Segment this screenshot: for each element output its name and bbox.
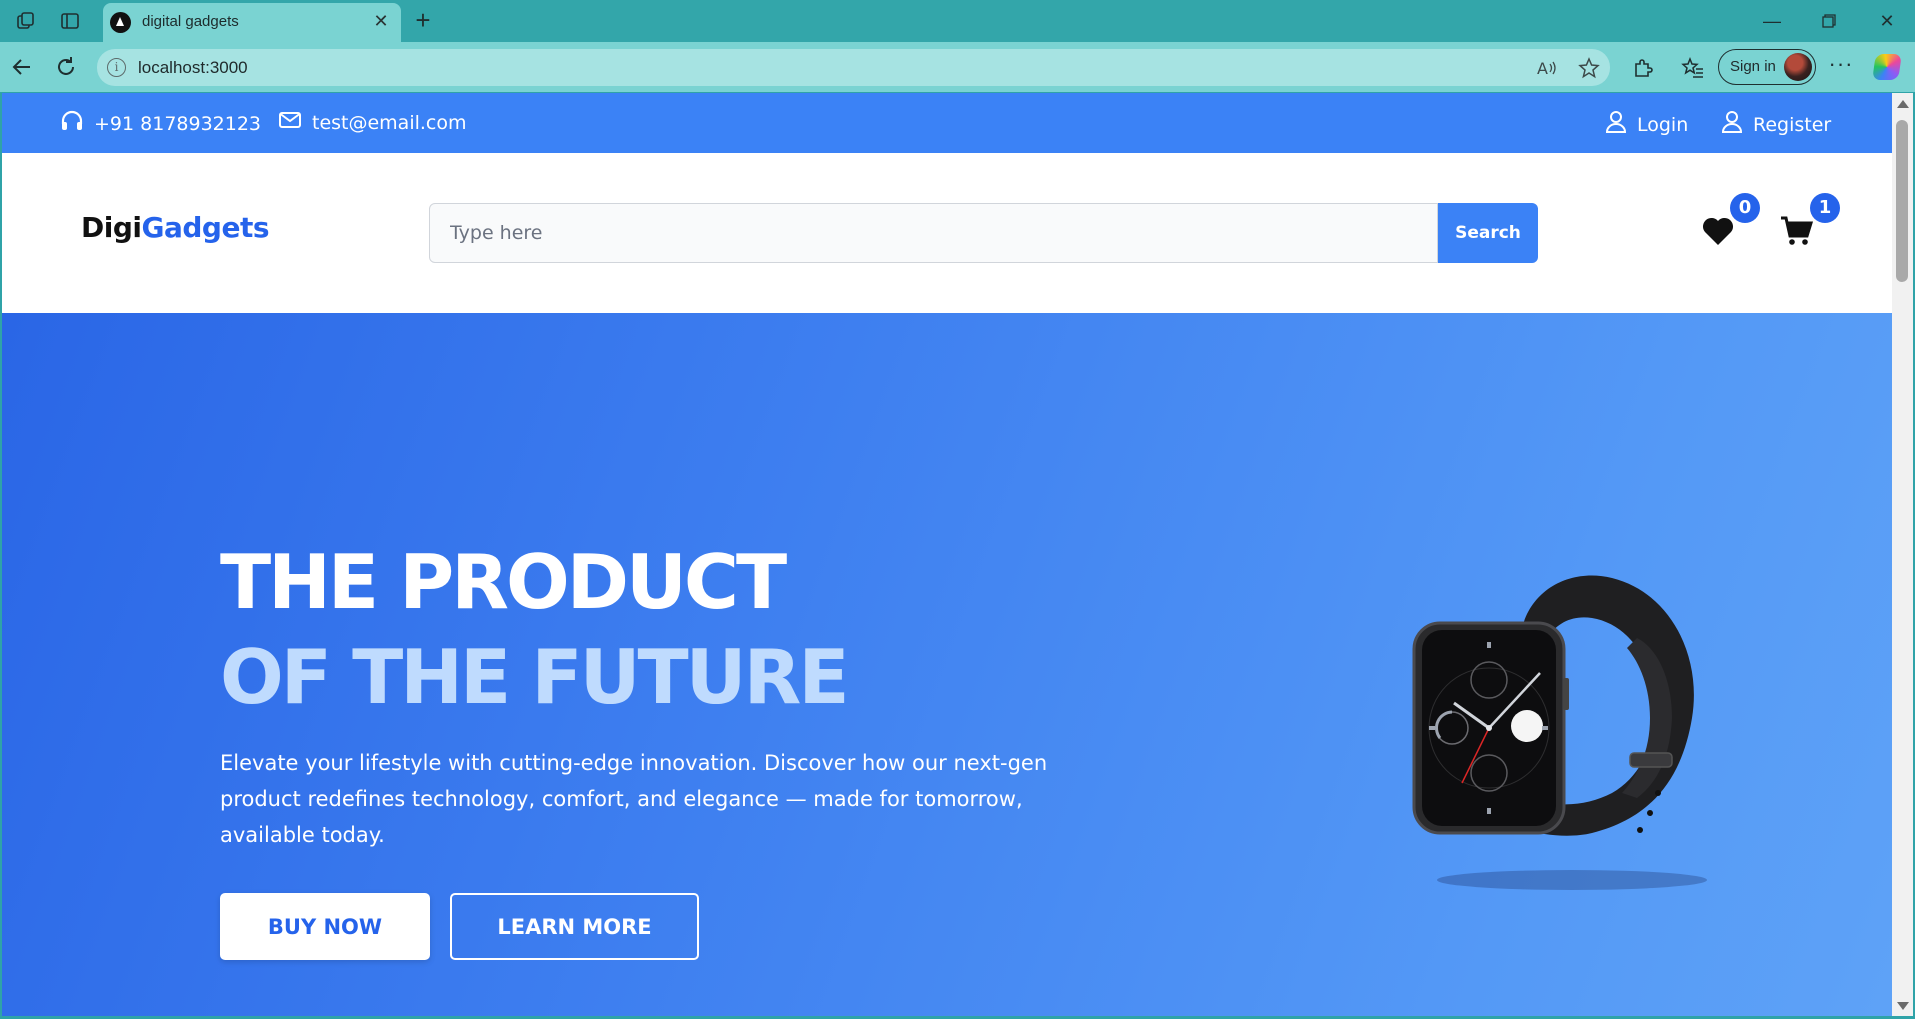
close-tab-icon[interactable]: ✕ [369, 9, 393, 33]
browser-toolbar: i localhost:3000 A Sign in ··· [0, 42, 1915, 92]
copilot-icon[interactable] [1872, 54, 1902, 80]
logo-part-2: Gadgets [141, 211, 269, 244]
login-link[interactable]: Login [1605, 110, 1688, 139]
wishlist-count-badge: 0 [1730, 193, 1760, 223]
phone-contact[interactable]: +91 8178932123 [60, 110, 261, 137]
mail-icon [278, 110, 302, 135]
page-scrollbar[interactable] [1892, 93, 1913, 1016]
tab-actions-icon[interactable] [57, 8, 83, 34]
extensions-icon[interactable] [1630, 55, 1656, 81]
buy-now-button[interactable]: BUY NOW [220, 893, 430, 960]
hero-title-line-1: THE PRODUCT [220, 538, 787, 626]
search-button[interactable]: Search [1438, 203, 1538, 263]
logo-part-1: Digi [81, 211, 142, 244]
hero-title-line-2: OF THE FUTURE [220, 633, 850, 721]
sign-in-label: Sign in [1730, 58, 1776, 75]
heart-icon [1702, 217, 1734, 245]
site-logo[interactable]: DigiGadgets [81, 211, 269, 244]
more-icon[interactable]: ··· [1826, 52, 1856, 82]
email-address: test@email.com [312, 111, 467, 134]
favorite-icon[interactable] [1577, 56, 1601, 80]
favorites-icon[interactable] [1680, 55, 1706, 81]
learn-more-button[interactable]: LEARN MORE [450, 893, 699, 960]
back-icon[interactable] [7, 52, 37, 82]
email-contact[interactable]: test@email.com [278, 110, 467, 135]
scrollbar-thumb[interactable] [1896, 120, 1908, 282]
restore-button[interactable] [1814, 8, 1844, 34]
url-text[interactable]: localhost:3000 [138, 58, 248, 78]
search-form: Search [429, 203, 1538, 263]
svg-text:A: A [1537, 59, 1548, 78]
scroll-down-icon[interactable] [1897, 1002, 1909, 1010]
site-favicon-icon [110, 12, 131, 33]
register-link[interactable]: Register [1721, 110, 1831, 139]
tab-title: digital gadgets [142, 13, 239, 30]
site-info-icon[interactable]: i [107, 58, 126, 77]
headphones-icon [60, 110, 84, 137]
top-info-bar: +91 8178932123 test@email.com Login Regi… [2, 93, 1892, 153]
reload-icon[interactable] [51, 52, 81, 82]
cart-icon [1781, 216, 1814, 245]
avatar [1784, 53, 1812, 81]
login-label: Login [1637, 113, 1689, 136]
address-bar[interactable]: i localhost:3000 A [97, 49, 1610, 86]
search-input[interactable] [429, 203, 1438, 263]
sign-in-button[interactable]: Sign in [1718, 49, 1816, 85]
hero-banner: THE PRODUCT OF THE FUTURE Elevate your l… [2, 313, 1892, 1016]
browser-tab[interactable]: digital gadgets ✕ [103, 3, 401, 42]
new-tab-button[interactable]: + [408, 6, 438, 36]
workspaces-icon[interactable] [13, 8, 39, 34]
scroll-up-icon[interactable] [1897, 100, 1909, 108]
close-window-button[interactable]: ✕ [1872, 8, 1902, 34]
cart-count-badge: 1 [1810, 193, 1840, 223]
site-header: DigiGadgets Search 0 1 [2, 153, 1892, 313]
user-icon [1721, 110, 1743, 139]
page-viewport: +91 8178932123 test@email.com Login Regi… [2, 93, 1892, 1016]
user-icon [1605, 110, 1627, 139]
minimize-button[interactable]: — [1757, 8, 1787, 34]
hero-description: Elevate your lifestyle with cutting-edge… [220, 751, 1048, 847]
smartwatch-image [1412, 575, 1707, 890]
read-aloud-icon[interactable]: A [1535, 56, 1559, 80]
phone-number: +91 8178932123 [94, 112, 262, 135]
register-label: Register [1753, 113, 1832, 136]
browser-titlebar: digital gadgets ✕ + — ✕ [0, 0, 1915, 42]
